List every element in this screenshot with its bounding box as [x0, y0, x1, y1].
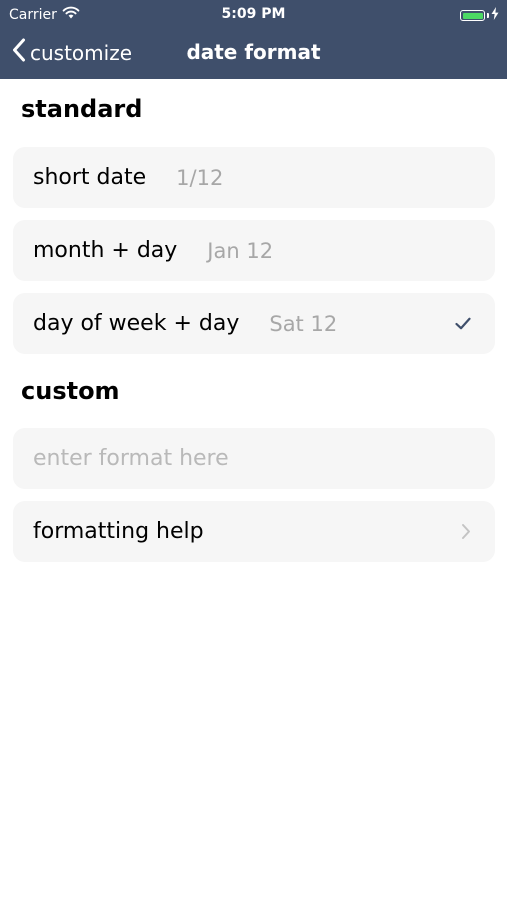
option-sample: Jan 12 — [207, 238, 274, 263]
battery-indicator — [460, 7, 499, 24]
option-label: short date — [33, 165, 147, 190]
charging-bolt-icon — [491, 7, 499, 24]
status-bar: Carrier 5:09 PM — [0, 0, 507, 28]
format-option-day-of-week-day[interactable]: day of week + day Sat 12 — [13, 293, 495, 354]
formatting-help-label: formatting help — [33, 519, 204, 544]
status-time: 5:09 PM — [221, 6, 286, 22]
checkmark-icon — [455, 317, 471, 330]
back-button[interactable]: customize — [12, 38, 132, 67]
format-option-short-date[interactable]: short date 1/12 — [13, 147, 495, 208]
battery-icon — [460, 10, 485, 21]
section-title-custom: custom — [21, 377, 120, 405]
navigation-header: Carrier 5:09 PM customize date format — [0, 0, 507, 79]
nav-bar: customize date format — [0, 30, 507, 76]
option-label: month + day — [33, 238, 178, 263]
option-sample: Sat 12 — [269, 311, 338, 336]
back-button-label: customize — [30, 40, 133, 65]
formatting-help-row[interactable]: formatting help — [13, 501, 495, 562]
battery-cap — [487, 13, 489, 18]
option-label: day of week + day — [33, 311, 240, 336]
custom-format-input[interactable] — [13, 428, 495, 489]
chevron-left-icon — [12, 38, 26, 67]
option-sample: 1/12 — [176, 165, 224, 190]
section-title-standard: standard — [21, 95, 143, 123]
battery-level — [462, 12, 483, 19]
format-option-month-day[interactable]: month + day Jan 12 — [13, 220, 495, 281]
chevron-right-icon — [461, 523, 471, 540]
